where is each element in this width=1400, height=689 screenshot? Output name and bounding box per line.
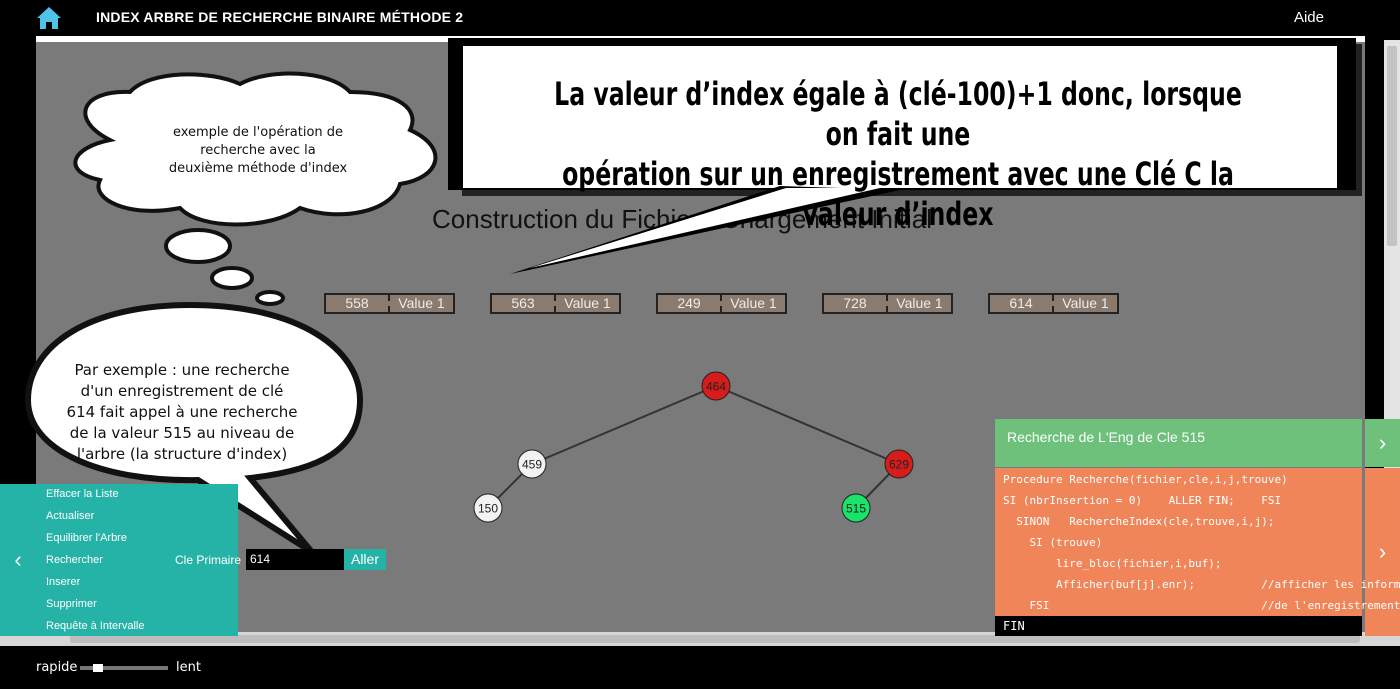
callout-line: La valeur d’index égale à (clé-100)+1 do… bbox=[554, 75, 1242, 153]
speech-bubble-line: l'arbre (la structure d'index) bbox=[76, 445, 288, 463]
code-line: Procedure Recherche(fichier,cle,i,j,trou… bbox=[1003, 473, 1288, 486]
code-line: FSI //de l'enregistrement bbox=[1003, 599, 1400, 612]
speech-bubble-text: Par exemple : une recherche d'un enregis… bbox=[42, 360, 322, 465]
code-line: Afficher(buf[j].enr); //afficher les inf… bbox=[1003, 578, 1400, 591]
menu-item-delete[interactable]: Supprimer bbox=[46, 598, 97, 610]
tree-node: 515 bbox=[841, 493, 871, 523]
tree-edge bbox=[715, 385, 900, 465]
thought-bubble-line: deuxième méthode d'index bbox=[168, 161, 348, 176]
speed-slow-label: lent bbox=[176, 660, 201, 675]
menu-item-refresh[interactable]: Actualiser bbox=[46, 510, 94, 522]
menu-item-search[interactable]: Rechercher bbox=[46, 554, 103, 566]
chevron-left-icon[interactable]: ‹ bbox=[0, 484, 36, 636]
tree-node-label: 150 bbox=[478, 502, 498, 516]
tree-node-label: 515 bbox=[846, 502, 866, 516]
algorithm-panel-title: Recherche de L'Eng de Cle 515 bbox=[995, 419, 1362, 467]
tree-node: 629 bbox=[884, 449, 914, 479]
primary-key-input[interactable] bbox=[246, 549, 344, 570]
tree-edges bbox=[487, 385, 900, 509]
chevron-right-icon[interactable]: › bbox=[1365, 419, 1400, 467]
tree-edge bbox=[531, 385, 717, 465]
thought-bubble-dot bbox=[164, 228, 232, 264]
speech-bubble-line: de la valeur 515 au niveau de bbox=[69, 424, 295, 442]
code-line: SINON RechercheIndex(cle,trouve,i,j); bbox=[1003, 515, 1275, 528]
speech-bubble-line: 614 fait appel à une recherche bbox=[66, 403, 298, 421]
speed-slider-handle[interactable] bbox=[93, 664, 103, 672]
thought-bubble-text: exemple de l'opération de recherche avec… bbox=[150, 124, 366, 178]
thought-bubble-dot bbox=[255, 290, 285, 306]
callout-text: La valeur d’index égale à (clé-100)+1 do… bbox=[554, 74, 1243, 234]
speech-bubble-line: Par exemple : une recherche bbox=[74, 361, 290, 379]
tree-node-label: 464 bbox=[706, 380, 726, 394]
tree-node-label: 459 bbox=[522, 458, 542, 472]
tree-node: 464 bbox=[701, 371, 731, 401]
speed-fast-label: rapide bbox=[36, 660, 78, 675]
thought-bubble-line: recherche avec la bbox=[200, 143, 316, 158]
tree-node: 459 bbox=[517, 449, 547, 479]
menu-item-clear[interactable]: Effacer la Liste bbox=[46, 488, 119, 500]
algorithm-footer: FIN bbox=[995, 616, 1362, 636]
go-button[interactable]: Aller bbox=[344, 549, 386, 570]
menu-item-insert[interactable]: Inserer bbox=[46, 576, 80, 588]
callout-line: opération sur un enregistrement avec une… bbox=[562, 155, 1234, 233]
code-line: SI (trouve) bbox=[1003, 536, 1103, 549]
speech-bubble-line: d'un enregistrement de clé bbox=[80, 382, 284, 400]
code-line: SI (nbrInsertion = 0) ALLER FIN; FSI bbox=[1003, 494, 1282, 507]
tree-node: 150 bbox=[473, 493, 503, 523]
menu-item-range-query[interactable]: Requête à Intervalle bbox=[46, 620, 144, 632]
menu-item-balance-tree[interactable]: Equilibrer l'Arbre bbox=[46, 532, 127, 544]
thought-bubble bbox=[73, 71, 438, 306]
thought-bubble-line: exemple de l'opération de bbox=[172, 125, 344, 140]
thought-bubble-dot bbox=[210, 266, 254, 290]
tree-node-label: 629 bbox=[889, 458, 909, 472]
primary-key-label: Cle Primaire bbox=[175, 553, 242, 567]
code-line: lire_bloc(fichier,i,buf); bbox=[1003, 557, 1222, 570]
speed-control-bar bbox=[0, 655, 1400, 689]
